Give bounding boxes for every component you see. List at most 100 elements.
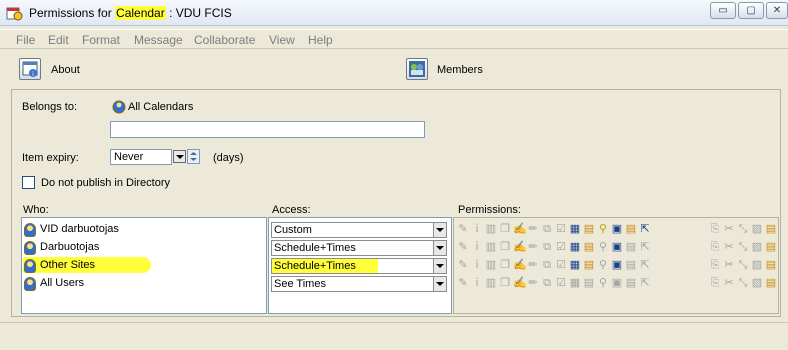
chevron-down-icon[interactable] [433, 277, 446, 291]
write-permission-icon[interactable]: ✍ [513, 277, 527, 289]
search-permission-icon[interactable]: ⚲ [597, 277, 609, 289]
maximize-button[interactable]: ▢ [738, 2, 764, 19]
check-permission-icon[interactable]: ☑ [555, 259, 567, 271]
do-not-publish-checkbox[interactable] [22, 176, 35, 189]
about-button[interactable]: i About [19, 58, 99, 84]
access-select-vid-darbuotojas[interactable]: Custom [271, 222, 447, 238]
calendar-alt-permission-icon[interactable]: ▤ [625, 241, 637, 253]
menu-edit[interactable]: Edit [48, 33, 69, 47]
pen-permission-icon[interactable]: ✏ [527, 277, 539, 289]
write-permission-icon[interactable]: ✍ [513, 223, 527, 235]
calendar-color-permission-icon[interactable]: ▤ [765, 241, 777, 253]
trash-permission-icon[interactable]: ▦ [569, 259, 581, 271]
access-select-other-sites[interactable]: Schedule+Times [271, 258, 447, 274]
share-permission-icon[interactable]: ⇱ [639, 259, 651, 271]
folder-permission-icon[interactable]: ▧ [751, 259, 763, 271]
info-permission-icon[interactable]: ⅰ [471, 223, 483, 235]
move-permission-icon[interactable]: ⤡ [737, 277, 749, 289]
schedule-permission-icon[interactable]: ▣ [611, 277, 623, 289]
item-expiry-dropdown-button[interactable] [173, 150, 186, 163]
schedule-permission-icon[interactable]: ▣ [611, 259, 623, 271]
minimize-button[interactable]: ▭ [710, 2, 736, 19]
item-expiry-spinner[interactable] [187, 149, 200, 164]
chevron-down-icon[interactable] [433, 223, 446, 237]
trash-permission-icon[interactable]: ▦ [569, 241, 581, 253]
menu-file[interactable]: File [16, 33, 35, 47]
delete-permission-icon[interactable]: ▥ [485, 259, 497, 271]
folder-permission-icon[interactable]: ▧ [751, 277, 763, 289]
edit-permission-icon[interactable]: ✎ [457, 241, 469, 253]
scissors-permission-icon[interactable]: ✂ [723, 241, 735, 253]
pages-permission-icon[interactable]: ⧉ [541, 223, 553, 235]
access-select-all-users[interactable]: See Times [271, 276, 447, 292]
calendar-permission-icon[interactable]: ▤ [583, 241, 595, 253]
search-permission-icon[interactable]: ⚲ [597, 223, 609, 235]
close-button[interactable]: ✕ [766, 2, 788, 19]
share-permission-icon[interactable]: ⇱ [639, 277, 651, 289]
who-list[interactable]: VID darbuotojas Darbuotojas Other Sites … [21, 217, 267, 314]
edit-permission-icon[interactable]: ✎ [457, 259, 469, 271]
info-permission-icon[interactable]: ⅰ [471, 241, 483, 253]
schedule-permission-icon[interactable]: ▣ [611, 241, 623, 253]
chevron-down-icon[interactable] [433, 241, 446, 255]
doc-permission-icon[interactable]: ⎘ [709, 223, 721, 235]
write-permission-icon[interactable]: ✍ [513, 241, 527, 253]
calendar-permission-icon[interactable]: ▤ [583, 223, 595, 235]
access-select-darbuotojas[interactable]: Schedule+Times [271, 240, 447, 256]
delete-permission-icon[interactable]: ▥ [485, 277, 497, 289]
members-button[interactable]: Members [406, 58, 496, 84]
scissors-permission-icon[interactable]: ✂ [723, 277, 735, 289]
delete-permission-icon[interactable]: ▥ [485, 241, 497, 253]
copy-permission-icon[interactable]: ❐ [499, 259, 511, 271]
check-permission-icon[interactable]: ☑ [555, 277, 567, 289]
doc-permission-icon[interactable]: ⎘ [709, 259, 721, 271]
search-permission-icon[interactable]: ⚲ [597, 259, 609, 271]
menu-view[interactable]: View [269, 33, 295, 47]
calendar-color-permission-icon[interactable]: ▤ [765, 223, 777, 235]
menu-message[interactable]: Message [134, 33, 183, 47]
copy-permission-icon[interactable]: ❐ [499, 277, 511, 289]
folder-permission-icon[interactable]: ▧ [751, 241, 763, 253]
write-permission-icon[interactable]: ✍ [513, 259, 527, 271]
doc-permission-icon[interactable]: ⎘ [709, 277, 721, 289]
copy-permission-icon[interactable]: ❐ [499, 223, 511, 235]
calendar-alt-permission-icon[interactable]: ▤ [625, 259, 637, 271]
move-permission-icon[interactable]: ⤡ [737, 241, 749, 253]
schedule-permission-icon[interactable]: ▣ [611, 223, 623, 235]
search-permission-icon[interactable]: ⚲ [597, 241, 609, 253]
calendar-alt-permission-icon[interactable]: ▤ [625, 277, 637, 289]
move-permission-icon[interactable]: ⤡ [737, 259, 749, 271]
pages-permission-icon[interactable]: ⧉ [541, 277, 553, 289]
move-permission-icon[interactable]: ⤡ [737, 223, 749, 235]
pages-permission-icon[interactable]: ⧉ [541, 259, 553, 271]
folder-permission-icon[interactable]: ▧ [751, 223, 763, 235]
edit-permission-icon[interactable]: ✎ [457, 223, 469, 235]
calendar-permission-icon[interactable]: ▤ [583, 259, 595, 271]
calendar-permission-icon[interactable]: ▤ [583, 277, 595, 289]
chevron-down-icon[interactable] [433, 259, 446, 273]
trash-permission-icon[interactable]: ▦ [569, 277, 581, 289]
edit-permission-icon[interactable]: ✎ [457, 277, 469, 289]
info-permission-icon[interactable]: ⅰ [471, 259, 483, 271]
info-permission-icon[interactable]: ⅰ [471, 277, 483, 289]
menu-format[interactable]: Format [82, 33, 120, 47]
trash-permission-icon[interactable]: ▦ [569, 223, 581, 235]
calendar-alt-permission-icon[interactable]: ▤ [625, 223, 637, 235]
scissors-permission-icon[interactable]: ✂ [723, 223, 735, 235]
item-expiry-field[interactable]: Never [110, 149, 172, 165]
pen-permission-icon[interactable]: ✏ [527, 259, 539, 271]
menu-collaborate[interactable]: Collaborate [194, 33, 255, 47]
menu-help[interactable]: Help [308, 33, 333, 47]
delete-permission-icon[interactable]: ▥ [485, 223, 497, 235]
calendar-color-permission-icon[interactable]: ▤ [765, 259, 777, 271]
check-permission-icon[interactable]: ☑ [555, 223, 567, 235]
check-permission-icon[interactable]: ☑ [555, 241, 567, 253]
copy-permission-icon[interactable]: ❐ [499, 241, 511, 253]
pages-permission-icon[interactable]: ⧉ [541, 241, 553, 253]
scissors-permission-icon[interactable]: ✂ [723, 259, 735, 271]
share-permission-icon[interactable]: ⇱ [639, 241, 651, 253]
doc-permission-icon[interactable]: ⎘ [709, 241, 721, 253]
calendar-color-permission-icon[interactable]: ▤ [765, 277, 777, 289]
pen-permission-icon[interactable]: ✏ [527, 241, 539, 253]
pen-permission-icon[interactable]: ✏ [527, 223, 539, 235]
